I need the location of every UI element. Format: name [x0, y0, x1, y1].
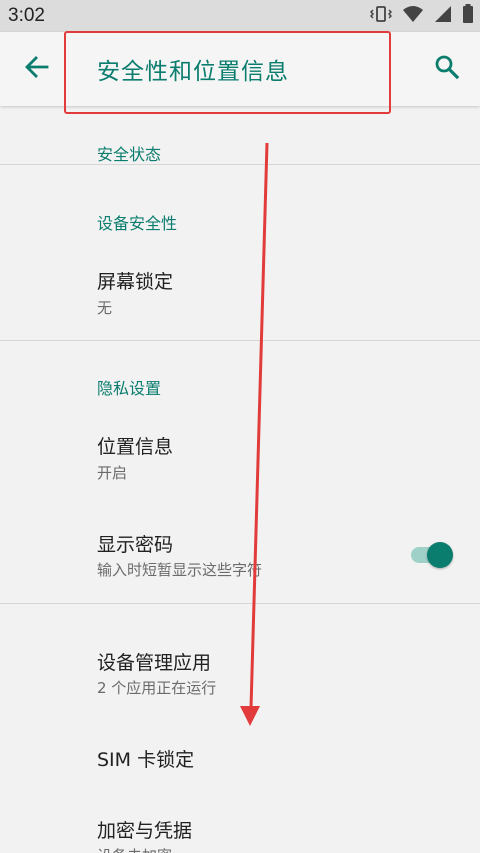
back-button[interactable] [20, 52, 54, 86]
divider [0, 603, 480, 604]
signal-icon [434, 5, 452, 27]
sim-lock-title: SIM 卡锁定 [97, 749, 195, 771]
status-bar: 3:02 [0, 0, 480, 32]
vibrate-icon [369, 5, 393, 27]
section-label-privacy: 隐私设置 [97, 379, 162, 398]
show-passwords-title: 显示密码 [97, 534, 174, 556]
encryption-title: 加密与凭据 [97, 820, 193, 842]
search-icon [434, 54, 460, 84]
annotation-scroll-arrow [240, 142, 269, 726]
annotation-highlight-box [64, 31, 391, 114]
device-admin-title: 设备管理应用 [97, 652, 212, 674]
section-label-device-security: 设备安全性 [97, 214, 178, 233]
section-label-security-status[interactable]: 安全状态 [97, 141, 161, 165]
status-time: 3:02 [8, 5, 45, 26]
search-button[interactable] [430, 52, 464, 86]
location-title: 位置信息 [97, 436, 174, 458]
settings-screen: 3:02 安全性和位置信息 安全状态 设备安全性 屏幕锁定 无 隐私设置 位置信… [0, 0, 480, 853]
arrow-left-icon [24, 54, 50, 84]
location-subtitle: 开启 [97, 464, 128, 482]
divider [0, 340, 480, 341]
screen-lock-subtitle: 无 [97, 299, 113, 317]
device-admin-subtitle: 2 个应用正在运行 [97, 679, 217, 697]
show-passwords-subtitle: 输入时短暂显示这些字符 [97, 561, 263, 579]
screen-lock-title: 屏幕锁定 [97, 271, 174, 293]
show-passwords-toggle[interactable] [409, 542, 455, 568]
divider [0, 164, 480, 165]
wifi-icon [402, 5, 424, 27]
battery-icon [462, 4, 474, 28]
toggle-thumb [427, 542, 453, 568]
encryption-subtitle: 设备未加密 [97, 845, 172, 853]
status-icons [369, 4, 474, 28]
